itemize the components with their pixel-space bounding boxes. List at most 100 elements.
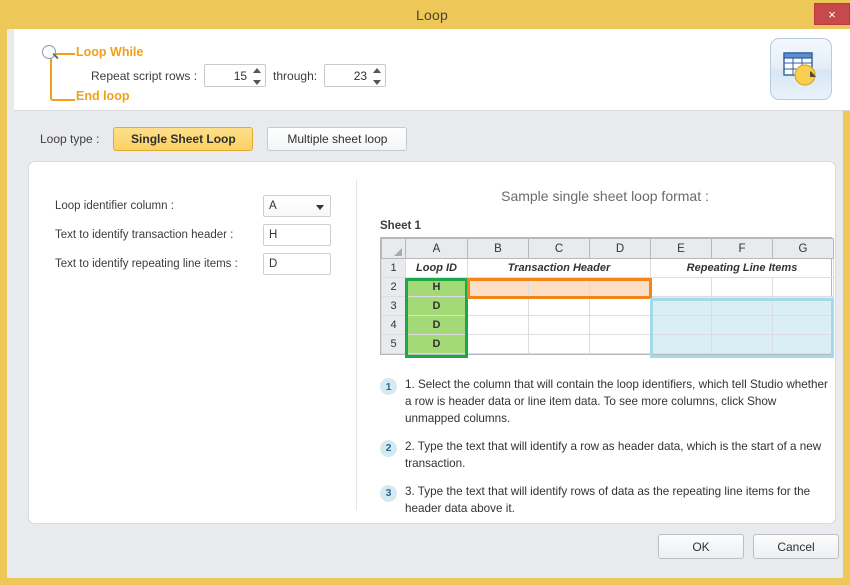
grid-corner-cell bbox=[382, 239, 406, 259]
sample-title: Sample single sheet loop format : bbox=[374, 188, 836, 204]
repeating-line-items-text-row: Text to identify repeating line items : bbox=[55, 249, 345, 278]
column-header-d: D bbox=[590, 239, 651, 259]
repeating-line-items-text-input[interactable] bbox=[263, 253, 331, 275]
chevron-down-icon[interactable] bbox=[373, 80, 381, 85]
chevron-down-icon[interactable] bbox=[253, 80, 261, 85]
loop-identifier-column-label: Loop identifier column : bbox=[55, 200, 263, 212]
cell-b4 bbox=[468, 316, 529, 335]
table-row: 2 H bbox=[382, 278, 834, 297]
title-bar: Loop × bbox=[7, 0, 850, 29]
loop-settings-panel: Loop identifier column : A Text to ident… bbox=[28, 161, 836, 524]
repeat-from-stepper[interactable] bbox=[204, 64, 266, 87]
cell-loop-id-label: Loop ID bbox=[406, 259, 468, 278]
column-header-c: C bbox=[529, 239, 590, 259]
chevron-up-icon[interactable] bbox=[373, 68, 381, 73]
cell-identifier-d1: D bbox=[406, 297, 468, 316]
step-number-badge: 3 bbox=[380, 485, 397, 502]
loop-dialog-window: Loop × Loop While Repeat script rows : bbox=[0, 0, 850, 585]
repeat-script-rows-row: Repeat script rows : through: bbox=[91, 64, 386, 87]
cell-line-e5 bbox=[651, 335, 712, 354]
dialog-footer: OK Cancel bbox=[14, 525, 850, 571]
cell-line-g4 bbox=[773, 316, 834, 335]
cell-identifier-d2: D bbox=[406, 316, 468, 335]
list-item: 2 2. Type the text that will identify a … bbox=[380, 439, 832, 473]
cell-line-f5 bbox=[712, 335, 773, 354]
cell-e2 bbox=[651, 278, 712, 297]
loop-while-label: Loop While bbox=[76, 45, 143, 59]
cell-identifier-h: H bbox=[406, 278, 468, 297]
loop-identifier-column-row: Loop identifier column : A bbox=[55, 191, 345, 220]
table-row: 3 D bbox=[382, 297, 834, 316]
cell-header-d2 bbox=[590, 278, 651, 297]
cell-d5 bbox=[590, 335, 651, 354]
cell-header-b2 bbox=[468, 278, 529, 297]
cancel-button[interactable]: Cancel bbox=[753, 534, 839, 559]
table-row: 5 D bbox=[382, 335, 834, 354]
end-loop-label: End loop bbox=[76, 89, 129, 103]
loop-structure-block: Loop While Repeat script rows : through: bbox=[39, 37, 459, 103]
cell-identifier-d3: D bbox=[406, 335, 468, 354]
column-header-b: B bbox=[468, 239, 529, 259]
cell-c4 bbox=[529, 316, 590, 335]
repeat-from-input[interactable] bbox=[205, 65, 249, 86]
step-number-badge: 2 bbox=[380, 440, 397, 457]
transaction-header-text-row: Text to identify transaction header : bbox=[55, 220, 345, 249]
column-header-e: E bbox=[651, 239, 712, 259]
cell-header-c2 bbox=[529, 278, 590, 297]
loop-type-label: Loop type : bbox=[40, 132, 99, 146]
chevron-up-icon[interactable] bbox=[253, 68, 261, 73]
cell-line-g5 bbox=[773, 335, 834, 354]
cell-d3 bbox=[590, 297, 651, 316]
list-item: 1 1. Select the column that will contain… bbox=[380, 377, 832, 428]
sheet-loop-preview-button[interactable] bbox=[770, 38, 832, 100]
sample-grid: A B C D E F G 1 Loop ID Transaction Head… bbox=[381, 238, 834, 354]
transaction-header-text-input[interactable] bbox=[263, 224, 331, 246]
cell-line-g3 bbox=[773, 297, 834, 316]
sample-spreadsheet: A B C D E F G 1 Loop ID Transaction Head… bbox=[380, 237, 832, 355]
repeating-line-items-text-label: Text to identify repeating line items : bbox=[55, 258, 263, 270]
cell-line-f4 bbox=[712, 316, 773, 335]
column-header-g: G bbox=[773, 239, 834, 259]
transaction-header-text-label: Text to identify transaction header : bbox=[55, 229, 263, 241]
cell-g2 bbox=[773, 278, 834, 297]
loop-identifier-column-select[interactable]: A bbox=[263, 195, 331, 217]
row-header-1: 1 bbox=[382, 259, 406, 278]
panel-divider bbox=[356, 180, 357, 510]
row-header-3: 3 bbox=[382, 297, 406, 316]
row-header-2: 2 bbox=[382, 278, 406, 297]
cell-repeating-line-items-label: Repeating Line Items bbox=[651, 259, 834, 278]
step-number-badge: 1 bbox=[380, 378, 397, 395]
repeat-script-rows-label: Repeat script rows : bbox=[91, 69, 197, 83]
chevron-down-icon[interactable] bbox=[316, 205, 324, 210]
column-header-f: F bbox=[712, 239, 773, 259]
step-text: 2. Type the text that will identify a ro… bbox=[405, 439, 832, 473]
repeat-from-spin-buttons[interactable] bbox=[253, 68, 262, 85]
cell-f2 bbox=[712, 278, 773, 297]
ok-button[interactable]: OK bbox=[658, 534, 744, 559]
sheet-label: Sheet 1 bbox=[380, 220, 836, 232]
cell-b3 bbox=[468, 297, 529, 316]
window-title: Loop bbox=[416, 7, 448, 23]
tab-multiple-sheet-loop[interactable]: Multiple sheet loop bbox=[267, 127, 407, 151]
table-row: 1 Loop ID Transaction Header Repeating L… bbox=[382, 259, 834, 278]
cell-line-e3 bbox=[651, 297, 712, 316]
row-header-4: 4 bbox=[382, 316, 406, 335]
loop-identifier-column-value: A bbox=[269, 200, 277, 212]
cell-b5 bbox=[468, 335, 529, 354]
cell-c5 bbox=[529, 335, 590, 354]
cell-d4 bbox=[590, 316, 651, 335]
table-row: 4 D bbox=[382, 316, 834, 335]
repeat-to-spin-buttons[interactable] bbox=[373, 68, 382, 85]
step-text: 1. Select the column that will contain t… bbox=[405, 377, 832, 428]
repeat-to-stepper[interactable] bbox=[324, 64, 386, 87]
list-item: 3 3. Type the text that will identify ro… bbox=[380, 484, 832, 518]
magnifier-icon bbox=[42, 45, 59, 62]
tab-single-sheet-loop[interactable]: Single Sheet Loop bbox=[113, 127, 253, 151]
column-header-row: A B C D E F G bbox=[382, 239, 834, 259]
loop-header-strip: Loop While Repeat script rows : through: bbox=[14, 29, 850, 111]
close-icon[interactable]: × bbox=[814, 3, 850, 25]
sheet-loop-preview-icon bbox=[783, 50, 823, 90]
repeat-to-input[interactable] bbox=[325, 65, 369, 86]
loop-form: Loop identifier column : A Text to ident… bbox=[55, 191, 345, 278]
cell-transaction-header-label: Transaction Header bbox=[468, 259, 651, 278]
